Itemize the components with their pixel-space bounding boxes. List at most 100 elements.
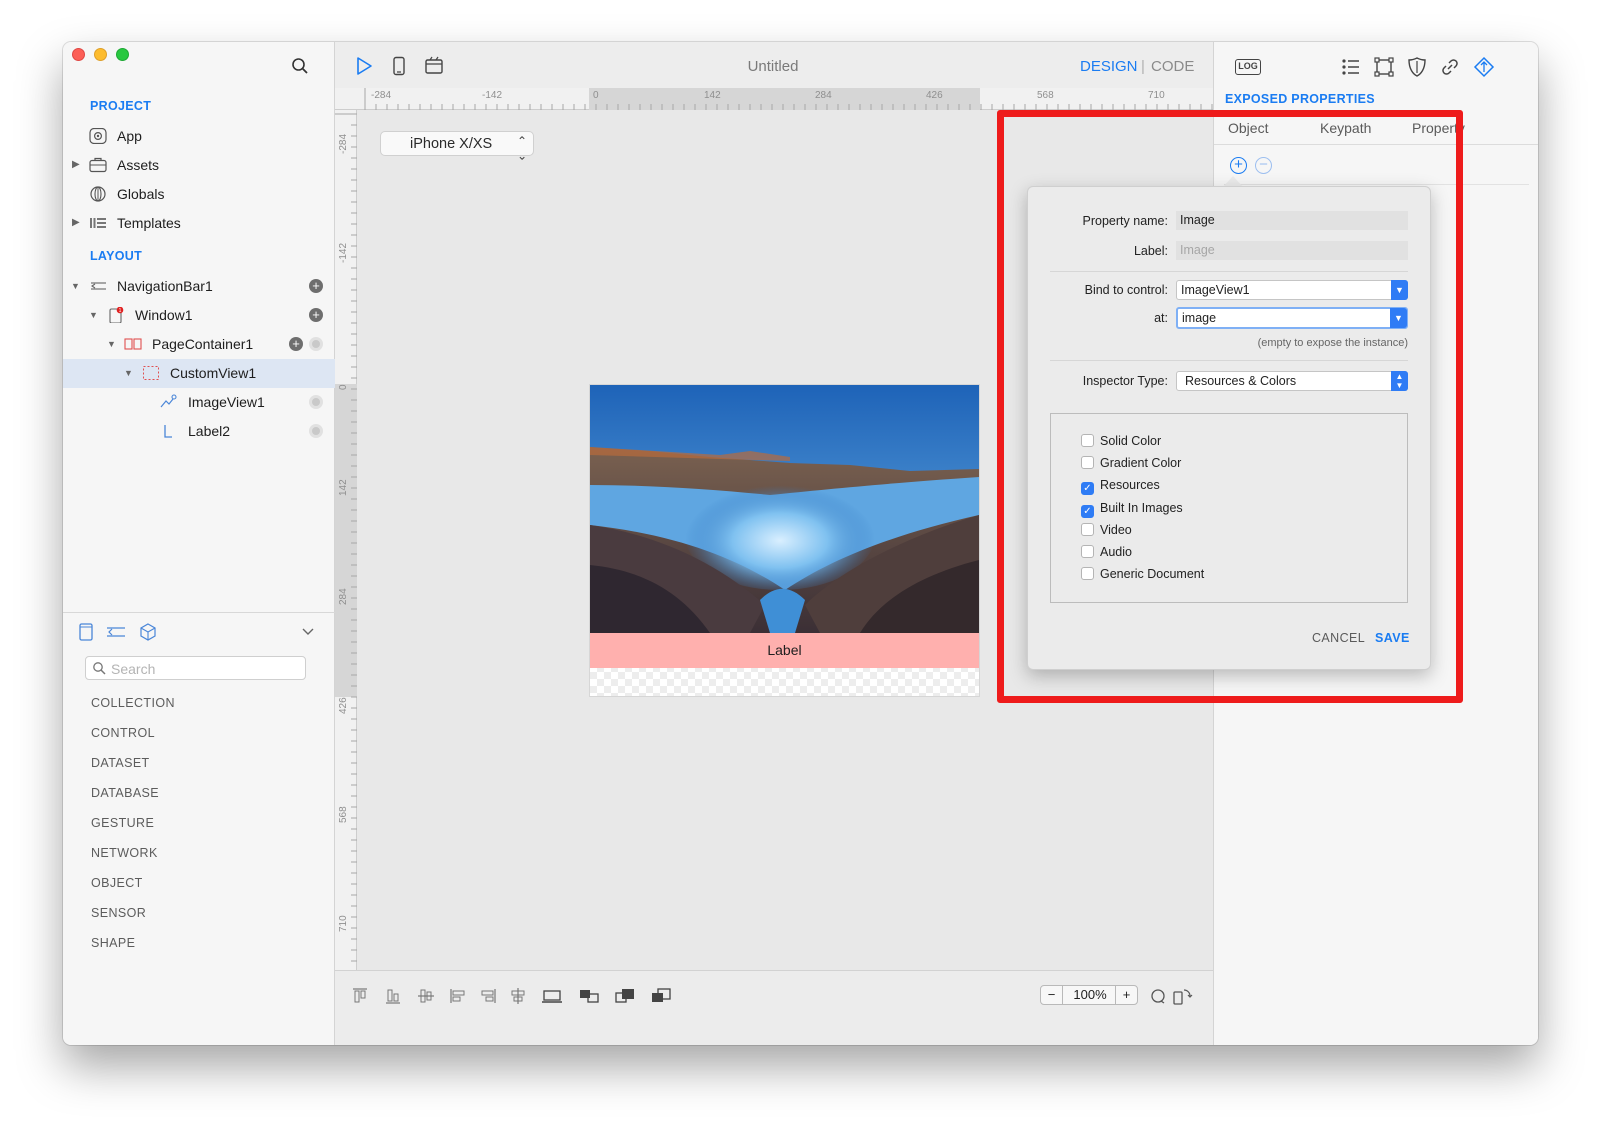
category-shape[interactable]: SHAPE <box>91 936 135 950</box>
device-selector[interactable]: iPhone X/XS ⌃ ⌃ <box>380 131 534 162</box>
sidebar-divider <box>63 612 335 613</box>
sidebar-item-label: Templates <box>117 215 181 231</box>
align-top-icon[interactable] <box>349 987 371 1005</box>
zoom-window-button[interactable] <box>116 48 129 61</box>
device-selector-value: iPhone X/XS <box>410 136 493 152</box>
align-horizontal-center-icon[interactable] <box>507 987 529 1005</box>
ruler-label: 710 <box>338 915 349 932</box>
sidebar-item-templates[interactable]: ▶ Templates <box>63 209 335 238</box>
category-collection[interactable]: COLLECTION <box>91 696 175 710</box>
play-icon[interactable] <box>354 56 374 76</box>
zoom-control: − 100% + <box>1040 985 1138 1005</box>
add-child-button[interactable]: + <box>289 337 303 351</box>
code-mode-tab[interactable]: CODE <box>1151 58 1194 75</box>
disclosure-down-icon[interactable]: ▼ <box>124 368 133 378</box>
send-backward-icon[interactable] <box>578 987 600 1005</box>
visibility-toggle[interactable] <box>309 337 323 351</box>
category-database[interactable]: DATABASE <box>91 786 159 800</box>
sidebar-item-assets[interactable]: ▶ Assets <box>63 151 335 180</box>
layout-item-imageview1[interactable]: ImageView1 <box>63 388 335 417</box>
search-icon[interactable] <box>291 57 309 75</box>
exposed-properties-icon[interactable] <box>1473 56 1495 78</box>
ruler-label: 426 <box>926 90 943 101</box>
label-icon <box>164 425 172 438</box>
custom-view-artboard[interactable]: Label <box>589 384 980 697</box>
category-network[interactable]: NETWORK <box>91 846 158 860</box>
minimize-window-button[interactable] <box>94 48 107 61</box>
align-right-icon[interactable] <box>477 987 499 1005</box>
bring-to-front-icon[interactable] <box>614 987 636 1005</box>
log-button[interactable]: LOG <box>1235 59 1261 75</box>
shield-icon[interactable] <box>1406 56 1428 78</box>
disclosure-down-icon[interactable]: ▼ <box>107 339 116 349</box>
category-sensor[interactable]: SENSOR <box>91 906 146 920</box>
frame-icon[interactable] <box>1373 56 1395 78</box>
navbar-tab-icon[interactable] <box>105 622 127 642</box>
disclosure-down-icon[interactable]: ▼ <box>71 281 80 291</box>
app-icon <box>89 128 107 144</box>
ruler-label: 142 <box>704 90 721 101</box>
category-gesture[interactable]: GESTURE <box>91 816 154 830</box>
sidebar-item-label: App <box>117 128 142 144</box>
ruler-label: 426 <box>338 697 349 714</box>
disclosure-right-icon[interactable]: ▶ <box>72 217 80 228</box>
category-control[interactable]: CONTROL <box>91 726 155 740</box>
waterfall-photo-illustration <box>590 385 979 633</box>
search-icon <box>93 662 106 675</box>
cube-tab-icon[interactable] <box>138 622 158 642</box>
layout-section-title: LAYOUT <box>90 249 143 263</box>
visibility-toggle[interactable] <box>309 395 323 409</box>
zoom-level: 100% <box>1073 987 1107 1002</box>
sidebar-item-app[interactable]: App <box>63 122 335 151</box>
storyboard-icon[interactable] <box>424 56 444 76</box>
list-icon[interactable] <box>1340 56 1362 78</box>
annotation-highlight-box <box>997 110 1463 703</box>
zoom-out-button[interactable]: − <box>1041 986 1063 1004</box>
visibility-toggle[interactable] <box>309 424 323 438</box>
layout-item-label: ImageView1 <box>188 394 265 410</box>
rotate-device-icon[interactable] <box>1171 987 1193 1005</box>
align-left-icon[interactable] <box>447 987 469 1005</box>
label2-view[interactable]: Label <box>590 633 979 668</box>
ruler-label: -142 <box>482 90 503 101</box>
design-mode-tab[interactable]: DESIGN <box>1080 58 1138 75</box>
layout-item-pagecontainer1[interactable]: ▼ PageContainer1 + <box>63 330 335 359</box>
ruler-label: 568 <box>1037 90 1054 101</box>
layout-item-navigationbar1[interactable]: ▼ NavigationBar1 + <box>63 272 335 301</box>
svg-text:1: 1 <box>119 308 122 314</box>
layout-item-customview1[interactable]: ▼ CustomView1 <box>63 359 335 388</box>
speech-bubble-icon[interactable] <box>1147 987 1169 1005</box>
link-icon[interactable] <box>1439 56 1461 78</box>
device-icon[interactable] <box>389 56 409 76</box>
zoom-in-button[interactable]: + <box>1115 986 1137 1004</box>
device-tab-icon[interactable] <box>77 622 95 642</box>
horizontal-ruler: -284 -142 0 142 284 426 568 710 <box>335 88 1213 110</box>
align-vertical-center-icon[interactable] <box>415 987 437 1005</box>
category-dataset[interactable]: DATASET <box>91 756 150 770</box>
layout-item-window1[interactable]: ▼ 1 Window1 + <box>63 301 335 330</box>
bring-forward-icon[interactable] <box>541 987 563 1005</box>
chevron-down-icon[interactable] <box>301 626 315 638</box>
category-object[interactable]: OBJECT <box>91 876 143 890</box>
add-child-button[interactable]: + <box>309 279 323 293</box>
up-down-chevron-icon: ⌃ ⌃ <box>516 134 527 162</box>
disclosure-right-icon[interactable]: ▶ <box>72 159 80 170</box>
library-search-input[interactable]: Search <box>85 656 306 680</box>
mode-separator: | <box>1141 58 1145 75</box>
briefcase-icon <box>89 157 107 173</box>
document-title: Untitled <box>747 58 799 75</box>
ruler-label: 142 <box>338 479 349 496</box>
add-child-button[interactable]: + <box>309 308 323 322</box>
align-bottom-icon[interactable] <box>382 987 404 1005</box>
layout-item-label: CustomView1 <box>170 365 257 381</box>
templates-icon <box>90 218 106 228</box>
layout-item-label: Window1 <box>135 307 193 323</box>
layout-item-label2[interactable]: Label2 <box>63 417 335 446</box>
disclosure-down-icon[interactable]: ▼ <box>89 310 98 320</box>
sidebar-item-globals[interactable]: Globals <box>63 180 335 209</box>
waterfall-image[interactable] <box>590 385 979 633</box>
close-window-button[interactable] <box>72 48 85 61</box>
ruler-label: 0 <box>338 384 349 390</box>
ruler-label: 568 <box>338 806 349 823</box>
send-to-back-icon[interactable] <box>650 987 672 1005</box>
